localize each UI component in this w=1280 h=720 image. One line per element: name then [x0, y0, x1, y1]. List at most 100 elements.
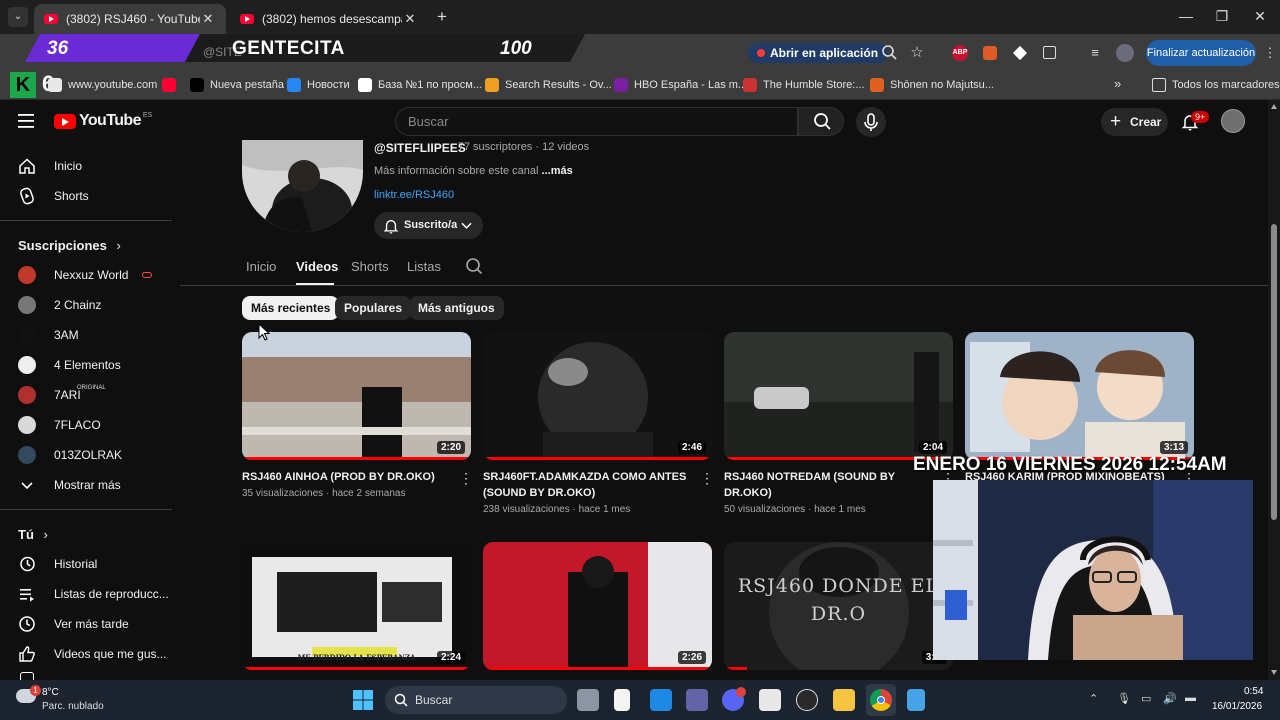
taskbar-time[interactable]: 0:54	[1244, 686, 1263, 697]
video-title[interactable]: SRJ460FT.ADAMKAZDA COMO ANTES (SOUND BY …	[483, 469, 693, 501]
filter-most-recent[interactable]: Más recientes	[242, 296, 340, 320]
sidebar-item-liked[interactable]: Videos que me gus...	[0, 639, 172, 669]
create-button[interactable]: + Crear	[1101, 108, 1168, 136]
abp-extension-icon[interactable]: ABP	[950, 43, 970, 63]
channel-link[interactable]: linktr.ee/RSJ460	[374, 189, 454, 201]
channel-avatar[interactable]	[242, 140, 363, 232]
taskbar-date[interactable]: 16/01/2026	[1212, 701, 1262, 712]
file-icon[interactable]	[614, 689, 630, 711]
scroll-down-icon[interactable]	[1271, 670, 1277, 675]
sidebar-item-history[interactable]: Historial	[0, 549, 172, 579]
scrollbar-thumb[interactable]	[1271, 224, 1277, 520]
notepad-icon[interactable]	[907, 689, 925, 711]
channel-search-icon[interactable]	[465, 257, 483, 275]
chatgpt-icon[interactable]	[796, 689, 818, 711]
voice-search-mic-icon[interactable]	[856, 107, 886, 137]
file-explorer-icon[interactable]	[833, 689, 855, 711]
profile-avatar-icon[interactable]	[1115, 43, 1135, 63]
filter-oldest[interactable]: Más antiguos	[409, 296, 504, 320]
task-view-icon[interactable]	[577, 689, 599, 711]
store-icon[interactable]	[759, 689, 781, 711]
tray-overflow-icon[interactable]: ⌃	[1089, 692, 1098, 705]
tab-inicio[interactable]: Inicio	[246, 259, 276, 274]
sidebar-item-partial[interactable]	[0, 668, 172, 680]
bookmark-item[interactable]: www.youtube.com	[48, 77, 157, 93]
open-in-app-button[interactable]: Abrir en aplicación	[748, 43, 889, 63]
you-heading[interactable]: Tú ›	[18, 527, 48, 542]
media-control-icon[interactable]: ≡	[1085, 43, 1105, 63]
bookmark-item[interactable]: Nueva pestaña	[190, 77, 284, 93]
close-window-icon[interactable]: ✕	[1250, 6, 1270, 26]
menu-hamburger-icon[interactable]	[18, 113, 36, 129]
video-title[interactable]: RSJ460 AINHOA (PROD BY DR.OKO)	[242, 469, 452, 485]
video-thumbnail[interactable]: RSJ460 DONDE EL DR.O3:...	[724, 542, 953, 670]
tab-shorts[interactable]: Shorts	[351, 259, 389, 274]
minimize-icon[interactable]: —	[1176, 6, 1196, 26]
video-thumbnail[interactable]: 3:13	[965, 332, 1194, 460]
tab-youtube-2[interactable]: (3802) hemos desescampao de ✕	[230, 4, 428, 34]
subscription-item[interactable]: 7ARI ORIGINAL	[0, 380, 172, 410]
extensions-puzzle-icon[interactable]	[1040, 43, 1060, 63]
filter-popular[interactable]: Populares	[335, 296, 412, 320]
shield-extension-icon[interactable]	[1010, 43, 1030, 63]
close-tab-icon[interactable]: ✕	[402, 11, 418, 27]
close-tab-icon[interactable]: ✕	[200, 11, 216, 27]
video-thumbnail[interactable]: ME PERDIDO LA ESPERANZA 2:24	[242, 542, 471, 670]
sidebar-show-more[interactable]: Mostrar más	[0, 470, 172, 500]
bookmark-star-icon[interactable]: ☆	[907, 43, 927, 63]
video-more-options-icon[interactable]: ⋮	[700, 470, 714, 487]
update-browser-button[interactable]: Finalizar actualización	[1146, 40, 1256, 66]
browser-menu-icon[interactable]: ⋮	[1260, 43, 1280, 63]
sidebar-item-shorts[interactable]: Shorts	[0, 181, 172, 211]
tab-list-button[interactable]: ⌄	[8, 7, 28, 27]
zoom-search-icon[interactable]	[880, 43, 900, 63]
subscription-item[interactable]: 4 Elementos	[0, 350, 172, 380]
video-thumbnail[interactable]: 2:20	[242, 332, 471, 460]
subscribed-button[interactable]: Suscrito/a	[374, 212, 483, 239]
fox-extension-icon[interactable]	[980, 43, 1000, 63]
weather-widget[interactable]: 1 8°C Parc. nublado	[16, 685, 116, 714]
video-thumbnail[interactable]: 2:04	[724, 332, 953, 460]
subscription-item[interactable]: 2 Chainz	[0, 290, 172, 320]
tab-youtube-active[interactable]: (3802) RSJ460 - YouTube ✕	[34, 4, 226, 34]
subscription-item[interactable]: Nexxuz World	[0, 260, 172, 290]
subscription-item[interactable]: 013ZOLRAK	[0, 440, 172, 470]
bookmarks-overflow-icon[interactable]: »	[1114, 76, 1121, 91]
bookmark-item[interactable]: Search Results - Ov...	[485, 77, 612, 93]
new-tab-button[interactable]: +	[433, 7, 451, 27]
windows-start-icon[interactable]	[352, 689, 374, 711]
video-thumbnail[interactable]: 2:46	[483, 332, 712, 460]
tab-videos[interactable]: Videos	[296, 259, 338, 274]
all-bookmarks-folder[interactable]: Todos los marcadores	[1152, 77, 1280, 93]
search-input[interactable]: Buscar	[395, 107, 798, 136]
channel-about[interactable]: Más información sobre este canal ...más	[374, 165, 573, 177]
tab-listas[interactable]: Listas	[407, 259, 441, 274]
subscription-item[interactable]: 7FLACO	[0, 410, 172, 440]
subscription-item[interactable]: 3AM	[0, 320, 172, 350]
page-scrollbar[interactable]	[1268, 100, 1280, 680]
youtube-logo[interactable]: YouTube ES	[54, 111, 152, 131]
maximize-icon[interactable]: ❐	[1212, 6, 1232, 26]
microphone-tray-icon[interactable]: 🎙	[1117, 692, 1131, 705]
subscriptions-heading[interactable]: Suscripciones ›	[18, 238, 121, 253]
taskbar-search[interactable]: Buscar	[385, 686, 567, 714]
teams-icon[interactable]	[686, 689, 708, 711]
scroll-up-icon[interactable]	[1271, 104, 1277, 109]
sidebar-item-watch-later[interactable]: Ver más tarde	[0, 609, 172, 639]
bookmark-item[interactable]: The Humble Store:...	[743, 77, 865, 93]
sidebar-item-playlists[interactable]: Listas de reproducc...	[0, 579, 172, 609]
mail-icon[interactable]	[650, 689, 672, 711]
battery-tray-icon[interactable]: ▬	[1185, 692, 1196, 704]
sidebar-item-inicio[interactable]: Inicio	[0, 151, 172, 181]
bookmark-item[interactable]	[162, 77, 182, 93]
network-tray-icon[interactable]: ▭	[1141, 692, 1151, 705]
bookmark-item[interactable]: Shōnen no Majutsu...	[870, 77, 994, 93]
bookmark-item[interactable]: Новости	[287, 77, 350, 93]
bookmark-item[interactable]: HBO España - Las m...	[614, 77, 747, 93]
video-more-options-icon[interactable]: ⋮	[459, 470, 473, 487]
bookmark-item[interactable]: База №1 по просм...	[358, 77, 482, 93]
video-title[interactable]: RSJ460 NOTREDAM (SOUND BY DR.OKO)	[724, 469, 934, 501]
account-avatar[interactable]	[1221, 109, 1245, 133]
video-thumbnail[interactable]: 2:26	[483, 542, 712, 670]
volume-tray-icon[interactable]: 🔊	[1163, 692, 1177, 705]
